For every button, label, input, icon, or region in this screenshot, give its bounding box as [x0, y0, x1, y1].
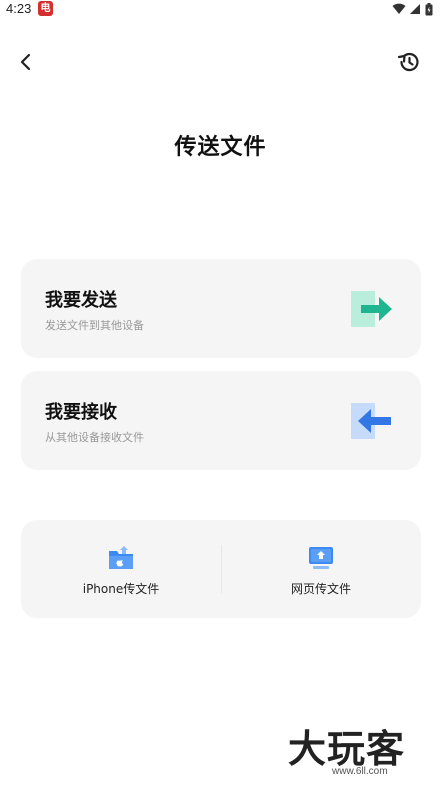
send-card[interactable]: 我要发送 发送文件到其他设备: [21, 259, 421, 358]
status-icons: [392, 2, 433, 16]
chevron-left-icon: [20, 53, 31, 71]
receive-card[interactable]: 我要接收 从其他设备接收文件: [21, 371, 421, 470]
send-card-title: 我要发送: [45, 290, 117, 311]
watermark-url: www.6ll.com: [332, 766, 388, 777]
iphone-transfer-button[interactable]: iPhone传文件: [21, 520, 221, 618]
history-icon: [397, 52, 419, 72]
iphone-transfer-icon: [109, 546, 133, 569]
receive-card-subtitle: 从其他设备接收文件: [45, 431, 144, 444]
watermark: 大玩客 www.6ll.com: [288, 718, 440, 782]
notification-badge: 电: [38, 1, 53, 16]
tools-panel: iPhone传文件 网页传文件: [21, 520, 421, 618]
arrow-left-icon: [351, 403, 391, 439]
history-button[interactable]: [396, 49, 422, 75]
signal-icon: [410, 4, 420, 14]
arrow-right-icon: [351, 291, 392, 327]
receive-card-title: 我要接收: [45, 402, 117, 423]
status-bar: 4:23 电: [0, 0, 441, 20]
send-card-subtitle: 发送文件到其他设备: [45, 319, 144, 332]
web-transfer-button[interactable]: 网页传文件: [221, 520, 421, 618]
web-transfer-label: 网页传文件: [290, 582, 351, 596]
page-title: 传送文件: [174, 135, 267, 160]
wifi-icon: [392, 3, 406, 14]
battery-icon: [425, 2, 433, 15]
back-button[interactable]: [14, 50, 38, 74]
web-transfer-icon: [309, 547, 333, 569]
iphone-transfer-label: iPhone传文件: [82, 582, 160, 596]
status-time: 4:23: [6, 1, 32, 16]
watermark-logo-text: 大玩客: [288, 727, 406, 771]
